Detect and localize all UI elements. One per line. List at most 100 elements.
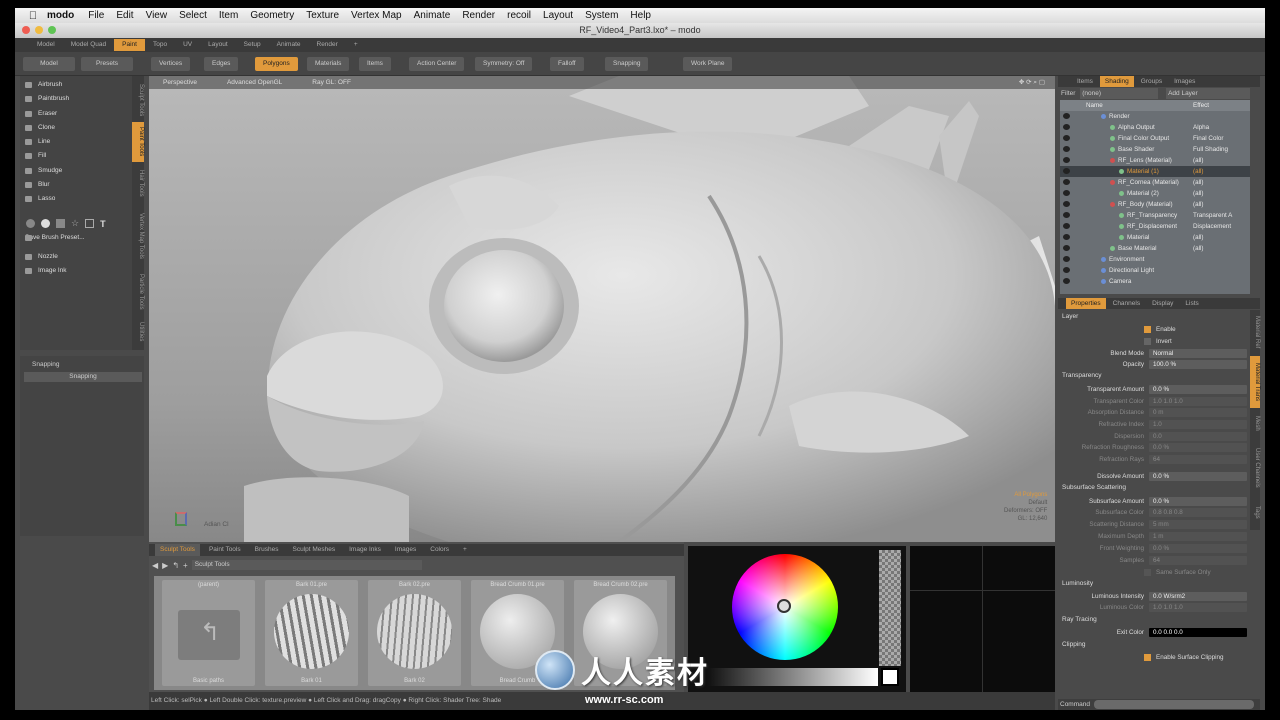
tree-row[interactable]: Camera [1060,276,1250,287]
paintbrush-tool[interactable]: Paintbrush [20,92,132,106]
visibility-eye-icon[interactable] [1063,256,1070,262]
tab-images[interactable]: Images [390,544,421,556]
menu-recoil[interactable]: recoil [507,10,531,21]
menu-view[interactable]: View [146,10,168,21]
tab-model-quad[interactable]: Model Quad [63,39,114,51]
menu-select[interactable]: Select [179,10,207,21]
clone-tool[interactable]: Clone [20,121,132,135]
menu-animate[interactable]: Animate [414,10,451,21]
visibility-eye-icon[interactable] [1063,212,1070,218]
menu-file[interactable]: File [88,10,104,21]
tree-row[interactable]: RF_Transparency Transparent A [1060,210,1250,221]
tab-topo[interactable]: Topo [145,39,175,51]
vtab-hair-tools[interactable]: Hair Tools [132,164,144,202]
section-layer[interactable]: Layer [1062,313,1078,320]
visibility-eye-icon[interactable] [1063,146,1070,152]
forward-arrow-icon[interactable]: ▶ [162,561,168,570]
visibility-eye-icon[interactable] [1063,135,1070,141]
smudge-tool[interactable]: Smudge [20,164,132,178]
perspective-dropdown[interactable]: Perspective [163,79,197,86]
apple-icon[interactable]:  [23,10,43,22]
visibility-eye-icon[interactable] [1063,157,1070,163]
tree-row[interactable]: RF_Lens (Material) (all) [1060,155,1250,166]
action-center-dropdown[interactable]: Action Center [409,57,465,71]
menu-help[interactable]: Help [630,10,651,21]
tab-groups[interactable]: Groups [1136,76,1167,87]
presets-button[interactable]: Presets [81,57,133,71]
scattering-distance-field[interactable]: 5 mm [1149,520,1247,529]
tree-row[interactable]: Render [1060,111,1250,122]
menu-render[interactable]: Render [462,10,495,21]
tab-paint-tools[interactable]: Paint Tools [204,544,246,556]
tab-colors[interactable]: Colors [425,544,454,556]
raygl-toggle[interactable]: Ray GL: OFF [312,79,351,86]
procedural-brush-icon[interactable] [85,219,95,229]
menu-geometry[interactable]: Geometry [250,10,294,21]
subsurface-amount-field[interactable]: 0.0 % [1149,497,1247,506]
tab-images[interactable]: Images [1169,76,1200,87]
tab-sculpt-meshes[interactable]: Sculpt Meshes [287,544,340,556]
tree-row[interactable]: Material (all) [1060,232,1250,243]
visibility-eye-icon[interactable] [1063,190,1070,196]
luminous-color-field[interactable]: 1.0 1.0 1.0 [1149,603,1247,612]
work-plane-dropdown[interactable]: Work Plane [683,57,733,71]
preset-parent[interactable]: (parent) ↰ Basic paths [162,580,255,686]
shading-dropdown[interactable]: Advanced OpenGL [227,79,282,86]
preset-path-dropdown[interactable]: Sculpt Tools [191,560,422,570]
vtab-user-channels[interactable]: User Channels [1250,438,1260,498]
current-color-swatch[interactable] [881,668,899,686]
fill-tool[interactable]: Fill [20,149,132,163]
add-tab-icon[interactable]: + [458,544,472,556]
filter-dropdown[interactable]: (none) [1080,88,1159,99]
tree-row[interactable]: Environment [1060,254,1250,265]
menu-edit[interactable]: Edit [116,10,133,21]
front-weighting-field[interactable]: 0.0 % [1149,544,1247,553]
tree-row[interactable]: RF_Body (Material) (all) [1060,199,1250,210]
vtab-paint-tools[interactable]: Paint Tools [132,122,144,162]
soft-brush-icon[interactable] [26,219,35,229]
color-wheel[interactable] [732,554,838,660]
absorption-distance-field[interactable]: 0 m [1149,408,1247,417]
visibility-eye-icon[interactable] [1063,179,1070,185]
app-name-menu[interactable]: modo [47,10,74,21]
up-folder-icon[interactable]: ↰ [172,561,179,570]
image-ink-tool[interactable]: Image Ink [20,264,132,278]
menu-system[interactable]: System [585,10,618,21]
falloff-dropdown[interactable]: Falloff [550,57,584,71]
minimize-window-icon[interactable] [35,26,43,34]
tree-row[interactable]: Material (1) (all) [1060,166,1250,177]
add-tab-icon[interactable]: + [346,39,366,51]
menu-layout[interactable]: Layout [543,10,573,21]
viewport-nav-icons[interactable]: ✥ ⟳ ⌕ ▢ [1019,78,1045,87]
symmetry-dropdown[interactable]: Symmetry: Off [475,57,533,71]
transparent-color-field[interactable]: 1.0 1.0 1.0 [1149,397,1247,406]
opacity-field[interactable]: 100.0 % [1149,360,1247,369]
nozzle-tool[interactable]: Nozzle [20,250,132,264]
airbrush-tool[interactable]: Airbrush [20,78,132,92]
subsurface-color-field[interactable]: 0.8 0.8 0.8 [1149,508,1247,517]
preset-bark-01[interactable]: Bark 01.pre Bark 01 [265,580,358,686]
polygons-button[interactable]: Polygons [255,57,298,71]
vtab-utilities[interactable]: Utilities [132,316,144,348]
eraser-tool[interactable]: Eraser [20,107,132,121]
samples-field[interactable]: 64 [1149,556,1247,565]
section-ray-tracing[interactable]: Ray Tracing [1062,616,1097,623]
text-brush-icon[interactable]: T [100,219,106,229]
alpha-slider[interactable] [879,550,901,666]
snapping-toggle[interactable]: Snapping [24,372,142,382]
section-luminosity[interactable]: Luminosity [1062,580,1093,587]
tab-setup[interactable]: Setup [236,39,269,51]
tab-display[interactable]: Display [1147,298,1178,309]
visibility-eye-icon[interactable] [1063,267,1070,273]
dissolve-amount-field[interactable]: 0.0 % [1149,472,1247,481]
tab-channels[interactable]: Channels [1108,298,1145,309]
tab-image-inks[interactable]: Image Inks [344,544,386,556]
section-clipping[interactable]: Clipping [1062,641,1086,648]
materials-button[interactable]: Materials [307,57,350,71]
hard-brush-icon[interactable] [41,219,50,229]
line-tool[interactable]: Line [20,135,132,149]
refractive-index-field[interactable]: 1.0 [1149,420,1247,429]
tree-row[interactable]: Material (2) (all) [1060,188,1250,199]
refraction-roughness-field[interactable]: 0.0 % [1149,443,1247,452]
tree-row[interactable]: Base Shader Full Shading [1060,144,1250,155]
